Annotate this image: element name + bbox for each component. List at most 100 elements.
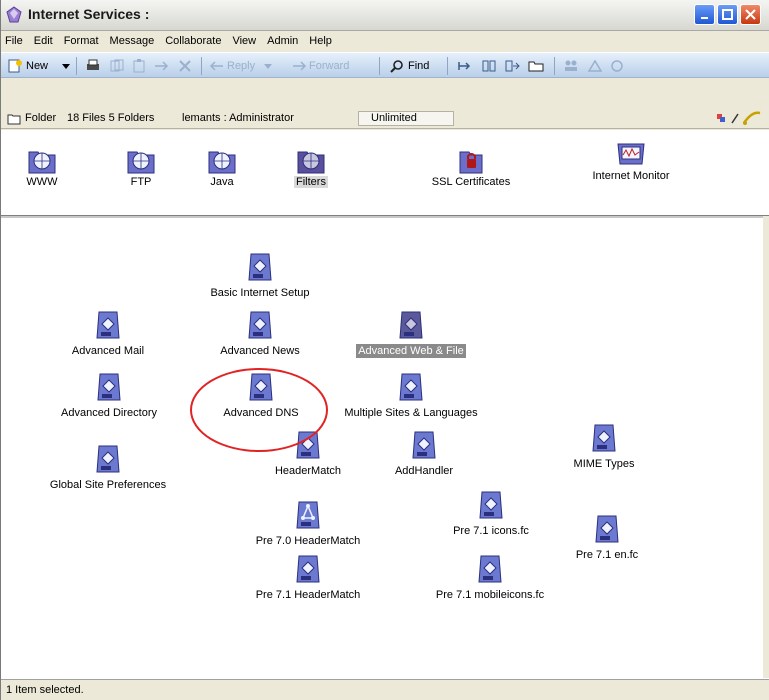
document-icon: [296, 555, 320, 583]
status-flag-icon[interactable]: [716, 112, 726, 124]
menu-edit[interactable]: Edit: [34, 35, 53, 47]
send-button[interactable]: [457, 57, 473, 75]
doc-advanced-directory[interactable]: Advanced Directory: [45, 372, 173, 420]
new-button[interactable]: New: [7, 57, 48, 75]
toolbar-separator: [379, 57, 380, 75]
notes-icon: [587, 59, 603, 72]
document-icon: [479, 491, 503, 519]
folder-label: Folder: [25, 112, 57, 124]
doc-advanced-mail[interactable]: Advanced Mail: [58, 310, 158, 358]
shelf-ssl-certificates[interactable]: SSL Certificates: [421, 146, 521, 188]
folder-icon: [7, 114, 21, 125]
route-button[interactable]: [504, 57, 520, 75]
doc-basic-internet-setup[interactable]: Basic Internet Setup: [197, 252, 323, 300]
toolbar-spacer: [1, 79, 769, 108]
node-label: Advanced Directory: [61, 407, 157, 419]
menu-format[interactable]: Format: [64, 35, 99, 47]
globe-folder-icon: [297, 151, 325, 174]
find-button[interactable]: Find: [389, 57, 429, 75]
shelf-java[interactable]: Java: [199, 146, 245, 188]
tool-b-button[interactable]: [587, 57, 603, 75]
node-label: Pre 7.1 mobileicons.fc: [435, 589, 545, 601]
shelf-filters[interactable]: Filters: [285, 146, 337, 188]
print-icon: [87, 59, 99, 70]
doc-advanced-news[interactable]: Advanced News: [203, 310, 317, 358]
node-label: Multiple Sites & Languages: [344, 407, 478, 419]
close-button[interactable]: [740, 4, 761, 25]
delete-icon: [179, 60, 191, 72]
paste-button[interactable]: [131, 57, 147, 75]
document-icon: [399, 311, 423, 339]
collect-icon: [482, 60, 496, 72]
window-title: Internet Services :: [28, 6, 150, 22]
copy-button[interactable]: [109, 57, 125, 75]
folder-button[interactable]: [528, 57, 544, 75]
shelf-label: SSL Certificates: [431, 176, 511, 188]
menu-view[interactable]: View: [232, 35, 256, 47]
toolbar-separator: [447, 57, 448, 75]
menu-admin[interactable]: Admin: [267, 35, 298, 47]
doc-pre71-icons[interactable]: Pre 7.1 icons.fc: [437, 490, 545, 538]
copy-icon: [110, 59, 124, 72]
close-icon: [745, 9, 756, 20]
document-icon: [248, 253, 272, 281]
toolbar-separator: [554, 57, 555, 75]
maximize-button[interactable]: [717, 4, 738, 25]
tool-c-button[interactable]: [609, 57, 625, 75]
doc-headermatch[interactable]: HeaderMatch: [263, 430, 353, 478]
document-area: Basic Internet Setup Advanced Mail Advan…: [1, 216, 769, 680]
menu-file[interactable]: File: [5, 35, 23, 47]
menu-message[interactable]: Message: [110, 35, 155, 47]
send-icon: [458, 62, 471, 70]
forward-label: Forward: [309, 60, 350, 72]
shelf-ftp[interactable]: FTP: [118, 146, 164, 188]
status-text: 1 Item selected.: [6, 684, 84, 696]
minimize-button[interactable]: [694, 4, 715, 25]
edit-pencil-icon[interactable]: [730, 112, 740, 124]
node-label: HeaderMatch: [274, 465, 342, 477]
doc-multiple-sites-languages[interactable]: Multiple Sites & Languages: [329, 372, 493, 420]
doc-advanced-dns[interactable]: Advanced DNS: [207, 372, 315, 420]
document-icon: [96, 311, 120, 339]
document-icon: [248, 311, 272, 339]
shelf-www[interactable]: WWW: [15, 146, 69, 188]
node-label: Advanced Web & File: [356, 344, 466, 358]
doc-pre71-en[interactable]: Pre 7.1 en.fc: [563, 514, 651, 562]
refresh-icon: [611, 60, 623, 72]
collect-button[interactable]: [481, 57, 497, 75]
menu-collaborate[interactable]: Collaborate: [165, 35, 221, 47]
node-label: Basic Internet Setup: [210, 287, 310, 299]
node-label: Global Site Preferences: [49, 479, 167, 491]
vertical-scrollbar[interactable]: [763, 216, 769, 678]
doc-pre71-mobileicons[interactable]: Pre 7.1 mobileicons.fc: [419, 554, 561, 602]
paste-icon: [133, 59, 145, 73]
tool-a-button[interactable]: [563, 57, 579, 75]
forward-icon: [293, 61, 307, 71]
node-label: AddHandler: [394, 465, 454, 477]
shelf-internet-monitor[interactable]: Internet Monitor: [583, 140, 679, 182]
doc-global-site-preferences[interactable]: Global Site Preferences: [33, 444, 183, 492]
forward-button[interactable]: Forward: [291, 57, 349, 75]
move-button[interactable]: [153, 57, 169, 75]
doc-addhandler[interactable]: AddHandler: [379, 430, 469, 478]
link-icon[interactable]: [742, 111, 764, 125]
document-icon: [249, 373, 273, 401]
doc-pre71-headermatch[interactable]: Pre 7.1 HeaderMatch: [241, 554, 375, 602]
doc-mime-types[interactable]: MIME Types: [561, 423, 647, 471]
globe-folder-icon: [208, 151, 236, 174]
globe-folder-icon: [127, 151, 155, 174]
menu-help[interactable]: Help: [309, 35, 332, 47]
doc-advanced-web-file[interactable]: Advanced Web & File: [343, 310, 479, 358]
reply-label: Reply: [227, 60, 256, 72]
title-bar[interactable]: Internet Services :: [1, 0, 769, 31]
print-button[interactable]: [85, 57, 101, 75]
people-icon: [565, 60, 577, 71]
doc-pre70-headermatch[interactable]: Pre 7.0 HeaderMatch: [241, 500, 375, 548]
node-label: Advanced Mail: [71, 345, 145, 357]
new-dropdown-button[interactable]: [61, 57, 71, 75]
node-label: Pre 7.0 HeaderMatch: [255, 535, 361, 547]
reply-button[interactable]: Reply: [209, 57, 273, 75]
dropdown-arrow-icon: [264, 64, 273, 69]
delete-button[interactable]: [177, 57, 193, 75]
folder-icon: [528, 61, 544, 72]
